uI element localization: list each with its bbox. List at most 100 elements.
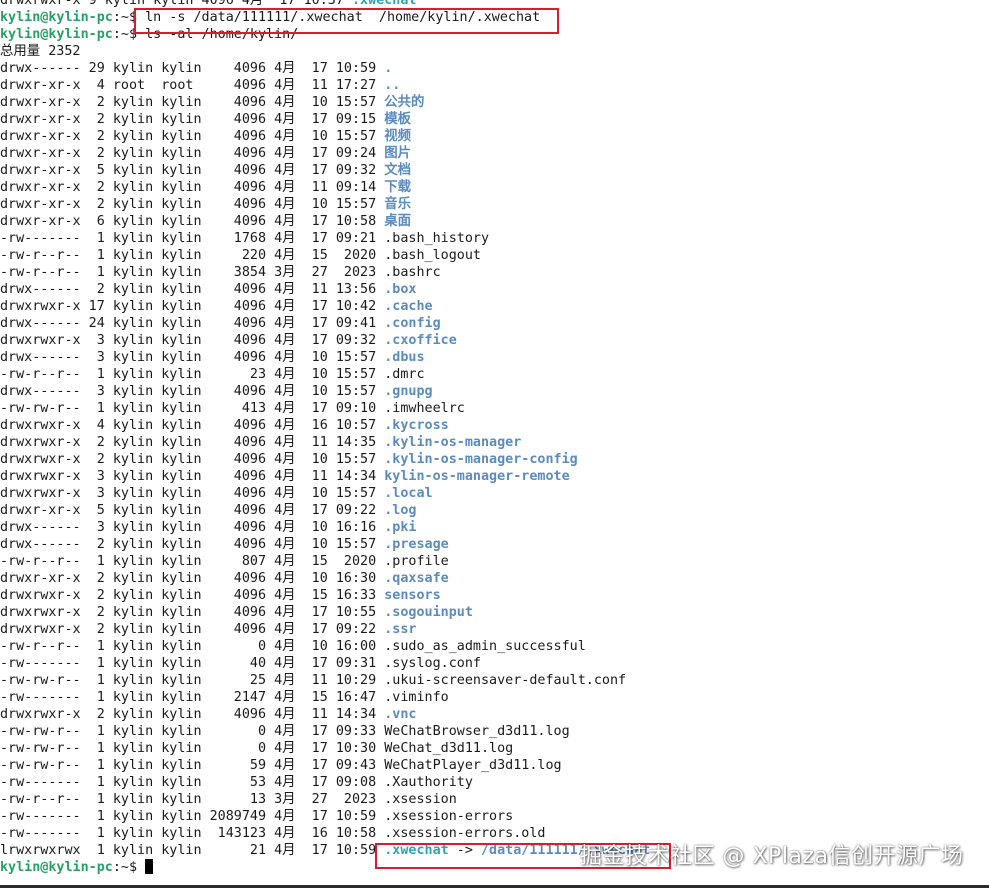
listing-row: drwxr-xr-x 2 kylin kylin 4096 4月 11 09:1… [0,179,989,196]
entry-meta: drwxrwxr-x 17 kylin kylin 4096 4月 17 10:… [0,299,385,314]
directory-name: .local [384,486,433,501]
entry-meta: -rw-rw-r-- 1 kylin kylin 0 4月 17 10:30 [0,741,385,756]
entry-meta: -rw------- 1 kylin kylin 2089749 4月 17 1… [0,809,385,824]
directory-name: 桌面 [384,214,412,229]
entry-meta: -rw------- 1 kylin kylin 2147 4月 15 16:4… [0,690,385,705]
entry-meta: -rw-rw-r-- 1 kylin kylin 0 4月 17 09:33 [0,724,385,739]
entry-meta: drwxr-xr-x 2 kylin kylin 4096 4月 11 09:1… [0,180,385,195]
file-name: WeChat_d3d11.log [384,741,514,756]
listing-row: drwxrwxr-x 2 kylin kylin 4096 4月 10 15:5… [0,451,989,468]
entry-meta: drwxrwxr-x 2 kylin kylin 4096 4月 11 14:3… [0,707,385,722]
listing-row: drwx------ 2 kylin kylin 4096 4月 11 13:5… [0,281,989,298]
file-name: .viminfo [384,690,449,705]
file-name: .bashrc [384,265,441,280]
directory-name: 视频 [384,129,412,144]
listing-row: drwxrwxr-x 2 kylin kylin 4096 4月 17 09:2… [0,621,989,638]
entry-meta: drwxrwxr-x 2 kylin kylin 4096 4月 10 15:5… [0,452,385,467]
entry-meta: lrwxrwxrwx 1 kylin kylin 21 4月 17 10:59 [0,843,385,858]
listing-row: drwxr-xr-x 2 kylin kylin 4096 4月 10 15:5… [0,94,989,111]
entry-meta: -rw-r--r-- 1 kylin kylin 0 4月 10 16:00 [0,639,385,654]
directory-name: .config [384,316,441,331]
directory-name: 公共的 [384,95,425,110]
prompt-symbol: :~$ [112,860,146,875]
directory-name: .pki [384,520,417,535]
listing-row: drwxrwxr-x 3 kylin kylin 4096 4月 17 09:3… [0,332,989,349]
entry-meta: drwxr-xr-x 2 kylin kylin 4096 4月 17 09:2… [0,146,385,161]
file-name: .ukui-screensaver-default.conf [384,673,627,688]
entry-meta: -rw------- 1 kylin kylin 1768 4月 17 09:2… [0,231,385,246]
entry-meta: drwxrwxr-x 2 kylin kylin 4096 4月 17 10:5… [0,605,385,620]
listing-row: -rw-r--r-- 1 kylin kylin 13 3月 27 2023 .… [0,791,989,808]
highlight-box-command [134,8,559,34]
listing-row: drwxrwxr-x 17 kylin kylin 4096 4月 17 10:… [0,298,989,315]
file-name: .bash_logout [384,248,481,263]
directory-name: .kylin-os-manager-config [384,452,578,467]
file-name: .syslog.conf [384,656,481,671]
entry-meta: drwxr-xr-x 2 kylin kylin 4096 4月 10 16:3… [0,571,385,586]
directory-name: . [384,61,393,76]
directory-name: .dbus [384,350,425,365]
listing-row: drwxrwxr-x 3 kylin kylin 4096 4月 11 14:3… [0,468,989,485]
directory-name: .kylin-os-manager [384,435,522,450]
file-name: .bash_history [384,231,490,246]
listing-row: drwxr-xr-x 2 kylin kylin 4096 4月 17 09:1… [0,111,989,128]
listing-row: drwxr-xr-x 5 kylin kylin 4096 4月 17 09:2… [0,502,989,519]
directory-listing: drwx------ 29 kylin kylin 4096 4月 17 10:… [0,60,989,842]
listing-row: drwxrwxr-x 2 kylin kylin 4096 4月 17 10:5… [0,604,989,621]
listing-row: -rw-r--r-- 1 kylin kylin 220 4月 15 2020 … [0,247,989,264]
entry-meta: drwx------ 24 kylin kylin 4096 4月 17 09:… [0,316,385,331]
shell-prompt: kylin@kylin-pc [0,27,113,42]
listing-row: drwxrwxr-x 3 kylin kylin 4096 4月 10 15:5… [0,485,989,502]
listing-row: drwxr-xr-x 2 kylin kylin 4096 4月 17 09:2… [0,145,989,162]
directory-name: 图片 [384,146,412,161]
listing-row: -rw-r--r-- 1 kylin kylin 23 4月 10 15:57 … [0,366,989,383]
directory-name: .kycross [384,418,449,433]
listing-row: -rw-rw-r-- 1 kylin kylin 0 4月 17 09:33 W… [0,723,989,740]
listing-row: drwxrwxr-x 4 kylin kylin 4096 4月 16 10:5… [0,417,989,434]
directory-name: .ssr [384,622,417,637]
entry-meta: drwxrwxr-x 4 kylin kylin 4096 4月 16 10:5… [0,418,385,433]
directory-name: 模板 [384,112,412,127]
listing-row: drwx------ 24 kylin kylin 4096 4月 17 09:… [0,315,989,332]
listing-row: -rw------- 1 kylin kylin 40 4月 17 09:31 … [0,655,989,672]
listing-row: drwx------ 3 kylin kylin 4096 4月 10 15:5… [0,383,989,400]
entry-meta: drwxr-xr-x 2 kylin kylin 4096 4月 10 15:5… [0,129,385,144]
directory-name: 下载 [384,180,412,195]
directory-name: 文档 [384,163,412,178]
listing-row: drwx------ 29 kylin kylin 4096 4月 17 10:… [0,60,989,77]
listing-row: -rw------- 1 kylin kylin 53 4月 17 09:08 … [0,774,989,791]
entry-meta: drwx------ 2 kylin kylin 4096 4月 11 13:5… [0,282,385,297]
listing-row: -rw-rw-r-- 1 kylin kylin 25 4月 11 10:29 … [0,672,989,689]
listing-row: drwxrwxr-x 2 kylin kylin 4096 4月 11 14:3… [0,434,989,451]
directory-name: .sogouinput [384,605,473,620]
entry-meta: drwxrwxr-x 3 kylin kylin 4096 4月 17 09:3… [0,333,385,348]
entry-meta: drwxrwxr-x 2 kylin kylin 4096 4月 17 09:2… [0,622,385,637]
file-name: WeChatPlayer_d3d11.log [384,758,562,773]
entry-meta: drwxrwxr-x 3 kylin kylin 4096 4月 11 14:3… [0,469,385,484]
entry-meta: drwxr-xr-x 2 kylin kylin 4096 4月 10 15:5… [0,95,385,110]
entry-meta: -rw-r--r-- 1 kylin kylin 3854 3月 27 2023 [0,265,385,280]
listing-row: drwx------ 3 kylin kylin 4096 4月 10 16:1… [0,519,989,536]
file-name: .xsession [384,792,457,807]
listing-row: drwxr-xr-x 5 kylin kylin 4096 4月 17 09:3… [0,162,989,179]
entry-meta: drwx------ 2 kylin kylin 4096 4月 10 15:5… [0,537,385,552]
entry-meta: drwxrwxr-x 9 kylin kylin 4096 4月 17 10:3… [0,0,352,8]
listing-row: drwxr-xr-x 2 kylin kylin 4096 4月 10 16:3… [0,570,989,587]
file-name: .xsession-errors [384,809,514,824]
total-line: 总用量 2352 [0,43,989,60]
file-name: .profile [384,554,449,569]
directory-name: .presage [384,537,449,552]
entry-meta: drwxr-xr-x 4 root root 4096 4月 11 17:27 [0,78,385,93]
listing-row: -rw-r--r-- 1 kylin kylin 0 4月 10 16:00 .… [0,638,989,655]
directory-name: 音乐 [384,197,412,212]
directory-name: .vnc [384,707,417,722]
entry-meta: drwxr-xr-x 2 kylin kylin 4096 4月 10 15:5… [0,197,385,212]
shell-prompt: kylin@kylin-pc [0,860,113,875]
entry-meta: -rw-rw-r-- 1 kylin kylin 413 4月 17 09:10 [0,401,385,416]
terminal-window[interactable]: drwxrwxr-x 9 kylin kylin 4096 4月 17 10:3… [0,0,989,876]
directory-name: kylin-os-manager-remote [384,469,570,484]
entry-meta: -rw-rw-r-- 1 kylin kylin 25 4月 11 10:29 [0,673,385,688]
listing-row: -rw------- 1 kylin kylin 2147 4月 15 16:4… [0,689,989,706]
text-cursor [145,859,154,874]
directory-name: .cxoffice [384,333,457,348]
